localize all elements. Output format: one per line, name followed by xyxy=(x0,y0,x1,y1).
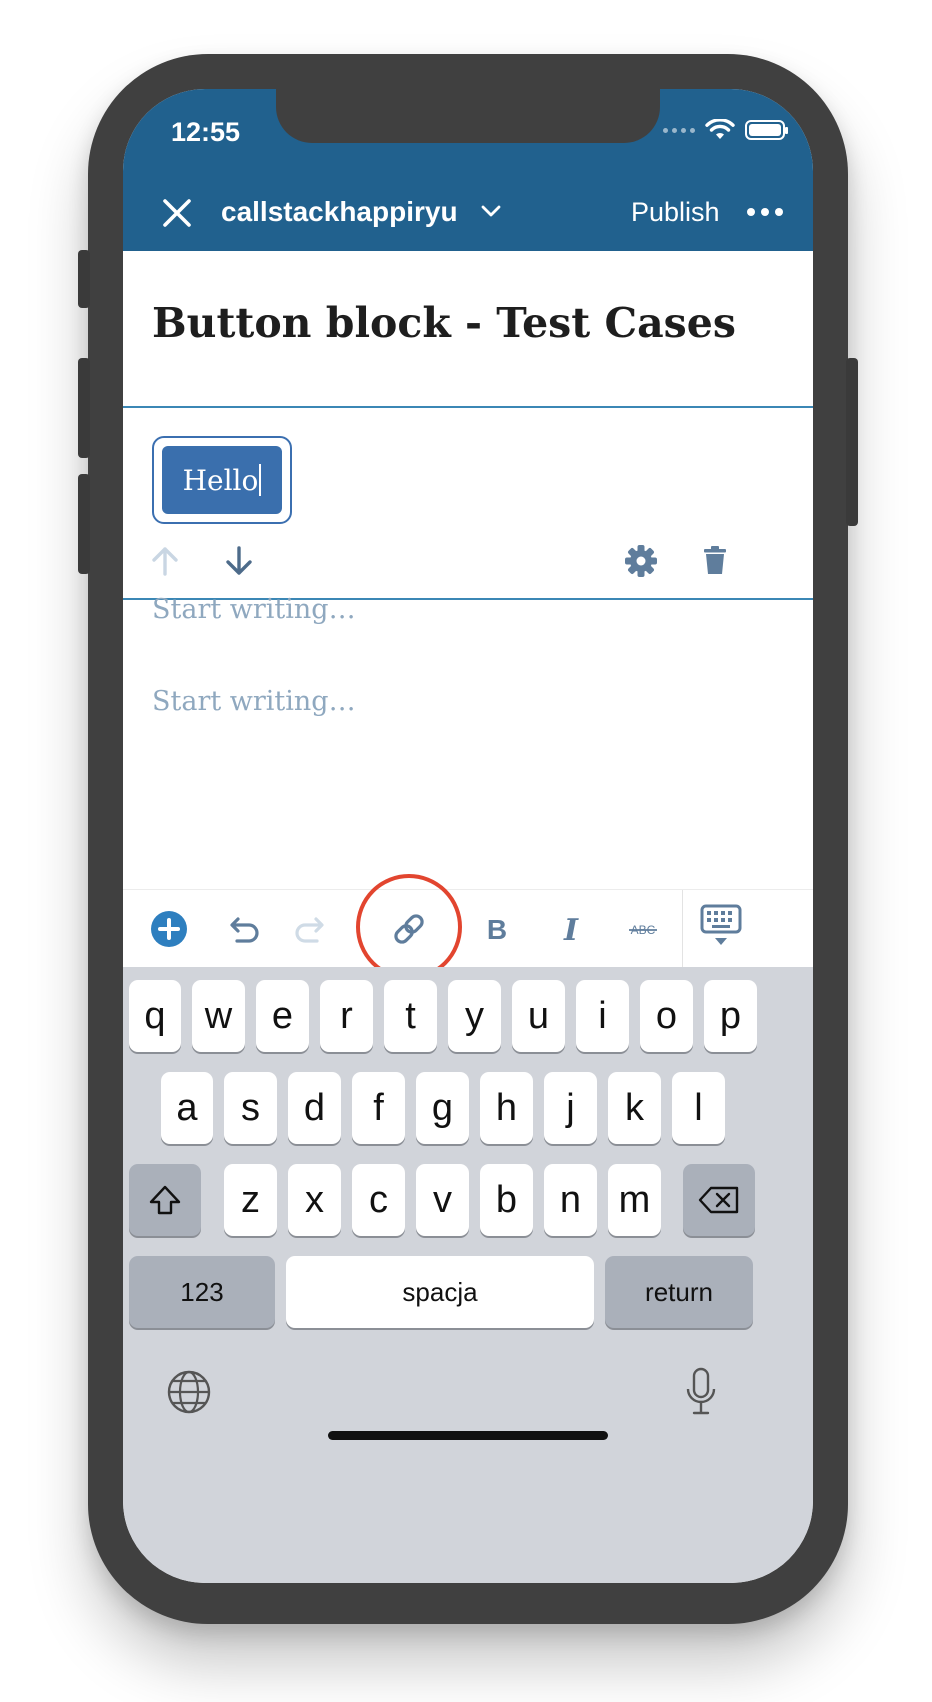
battery-icon xyxy=(745,120,788,140)
strikethrough-icon[interactable]: ABC xyxy=(621,907,665,951)
more-options-icon[interactable] xyxy=(745,197,785,227)
format-toolbar: B I ABC xyxy=(123,874,813,980)
key-y[interactable]: y xyxy=(448,980,501,1052)
key-i[interactable]: i xyxy=(576,980,629,1052)
key-n[interactable]: n xyxy=(544,1164,597,1236)
delete-key[interactable] xyxy=(683,1164,755,1236)
key-m[interactable]: m xyxy=(608,1164,661,1236)
bold-icon[interactable]: B xyxy=(475,907,519,951)
move-up-icon[interactable] xyxy=(143,539,187,583)
block-toolbar xyxy=(123,539,813,585)
hide-keyboard-icon[interactable] xyxy=(698,902,744,952)
volume-down-button xyxy=(78,474,90,574)
key-f[interactable]: f xyxy=(352,1072,405,1144)
key-k[interactable]: k xyxy=(608,1072,661,1144)
chevron-down-icon[interactable] xyxy=(479,199,503,223)
mute-switch xyxy=(78,250,90,308)
power-button xyxy=(846,358,858,526)
status-icons xyxy=(663,119,788,141)
add-block-icon[interactable] xyxy=(147,907,191,951)
space-key[interactable]: spacja xyxy=(286,1256,594,1328)
svg-text:I: I xyxy=(563,913,579,948)
link-icon[interactable] xyxy=(387,907,431,951)
key-u[interactable]: u xyxy=(512,980,565,1052)
key-c[interactable]: c xyxy=(352,1164,405,1236)
move-down-icon[interactable] xyxy=(217,539,261,583)
notch xyxy=(276,89,660,143)
top-bar: 12:55 callstackhappiryu Publish xyxy=(123,89,813,251)
key-w[interactable]: w xyxy=(192,980,245,1052)
key-d[interactable]: d xyxy=(288,1072,341,1144)
block-top-border xyxy=(123,406,813,408)
svg-text:B: B xyxy=(487,914,507,945)
key-z[interactable]: z xyxy=(224,1164,277,1236)
key-l[interactable]: l xyxy=(672,1072,725,1144)
wifi-icon xyxy=(705,119,735,139)
key-g[interactable]: g xyxy=(416,1072,469,1144)
key-x[interactable]: x xyxy=(288,1164,341,1236)
microphone-icon[interactable] xyxy=(683,1365,719,1419)
key-s[interactable]: s xyxy=(224,1072,277,1144)
text-caret xyxy=(259,464,262,496)
key-v[interactable]: v xyxy=(416,1164,469,1236)
button-text[interactable]: Hello xyxy=(183,464,259,497)
key-o[interactable]: o xyxy=(640,980,693,1052)
key-r[interactable]: r xyxy=(320,980,373,1052)
trash-icon[interactable] xyxy=(693,539,737,583)
key-h[interactable]: h xyxy=(480,1072,533,1144)
key-a[interactable]: a xyxy=(161,1072,213,1144)
return-key[interactable]: return xyxy=(605,1256,753,1328)
toolbar-divider xyxy=(682,890,683,968)
shift-key[interactable] xyxy=(129,1164,201,1236)
key-q[interactable]: q xyxy=(129,980,181,1052)
site-title[interactable]: callstackhappiryu xyxy=(221,196,458,228)
paragraph-placeholder-1[interactable]: Start writing… xyxy=(152,594,356,625)
paragraph-placeholder-2[interactable]: Start writing… xyxy=(152,686,356,717)
nav-bar: callstackhappiryu Publish xyxy=(123,177,813,251)
status-time: 12:55 xyxy=(171,117,241,147)
screen: 12:55 callstackhappiryu Publish Button b… xyxy=(123,89,813,1583)
key-p[interactable]: p xyxy=(704,980,757,1052)
numbers-key[interactable]: 123 xyxy=(129,1256,275,1328)
button-block[interactable]: Hello xyxy=(152,436,292,524)
publish-button[interactable]: Publish xyxy=(631,197,720,228)
redo-icon[interactable] xyxy=(291,907,335,951)
post-title[interactable]: Button block - Test Cases xyxy=(152,299,736,347)
gear-icon[interactable] xyxy=(619,539,663,583)
backspace-icon xyxy=(698,1186,739,1214)
key-b[interactable]: b xyxy=(480,1164,533,1236)
home-indicator[interactable] xyxy=(328,1431,608,1440)
key-e[interactable]: e xyxy=(256,980,309,1052)
italic-icon[interactable]: I xyxy=(549,907,593,951)
button-block-fill[interactable]: Hello xyxy=(162,446,282,514)
key-j[interactable]: j xyxy=(544,1072,597,1144)
undo-icon[interactable] xyxy=(219,907,263,951)
key-t[interactable]: t xyxy=(384,980,437,1052)
globe-icon[interactable] xyxy=(165,1368,213,1416)
signal-dots-icon xyxy=(663,127,695,133)
close-icon[interactable] xyxy=(157,193,197,233)
keyboard: q w e r t y u i o p a s d f g h j k l z … xyxy=(123,967,813,1583)
shift-icon xyxy=(149,1185,181,1215)
volume-up-button xyxy=(78,358,90,458)
